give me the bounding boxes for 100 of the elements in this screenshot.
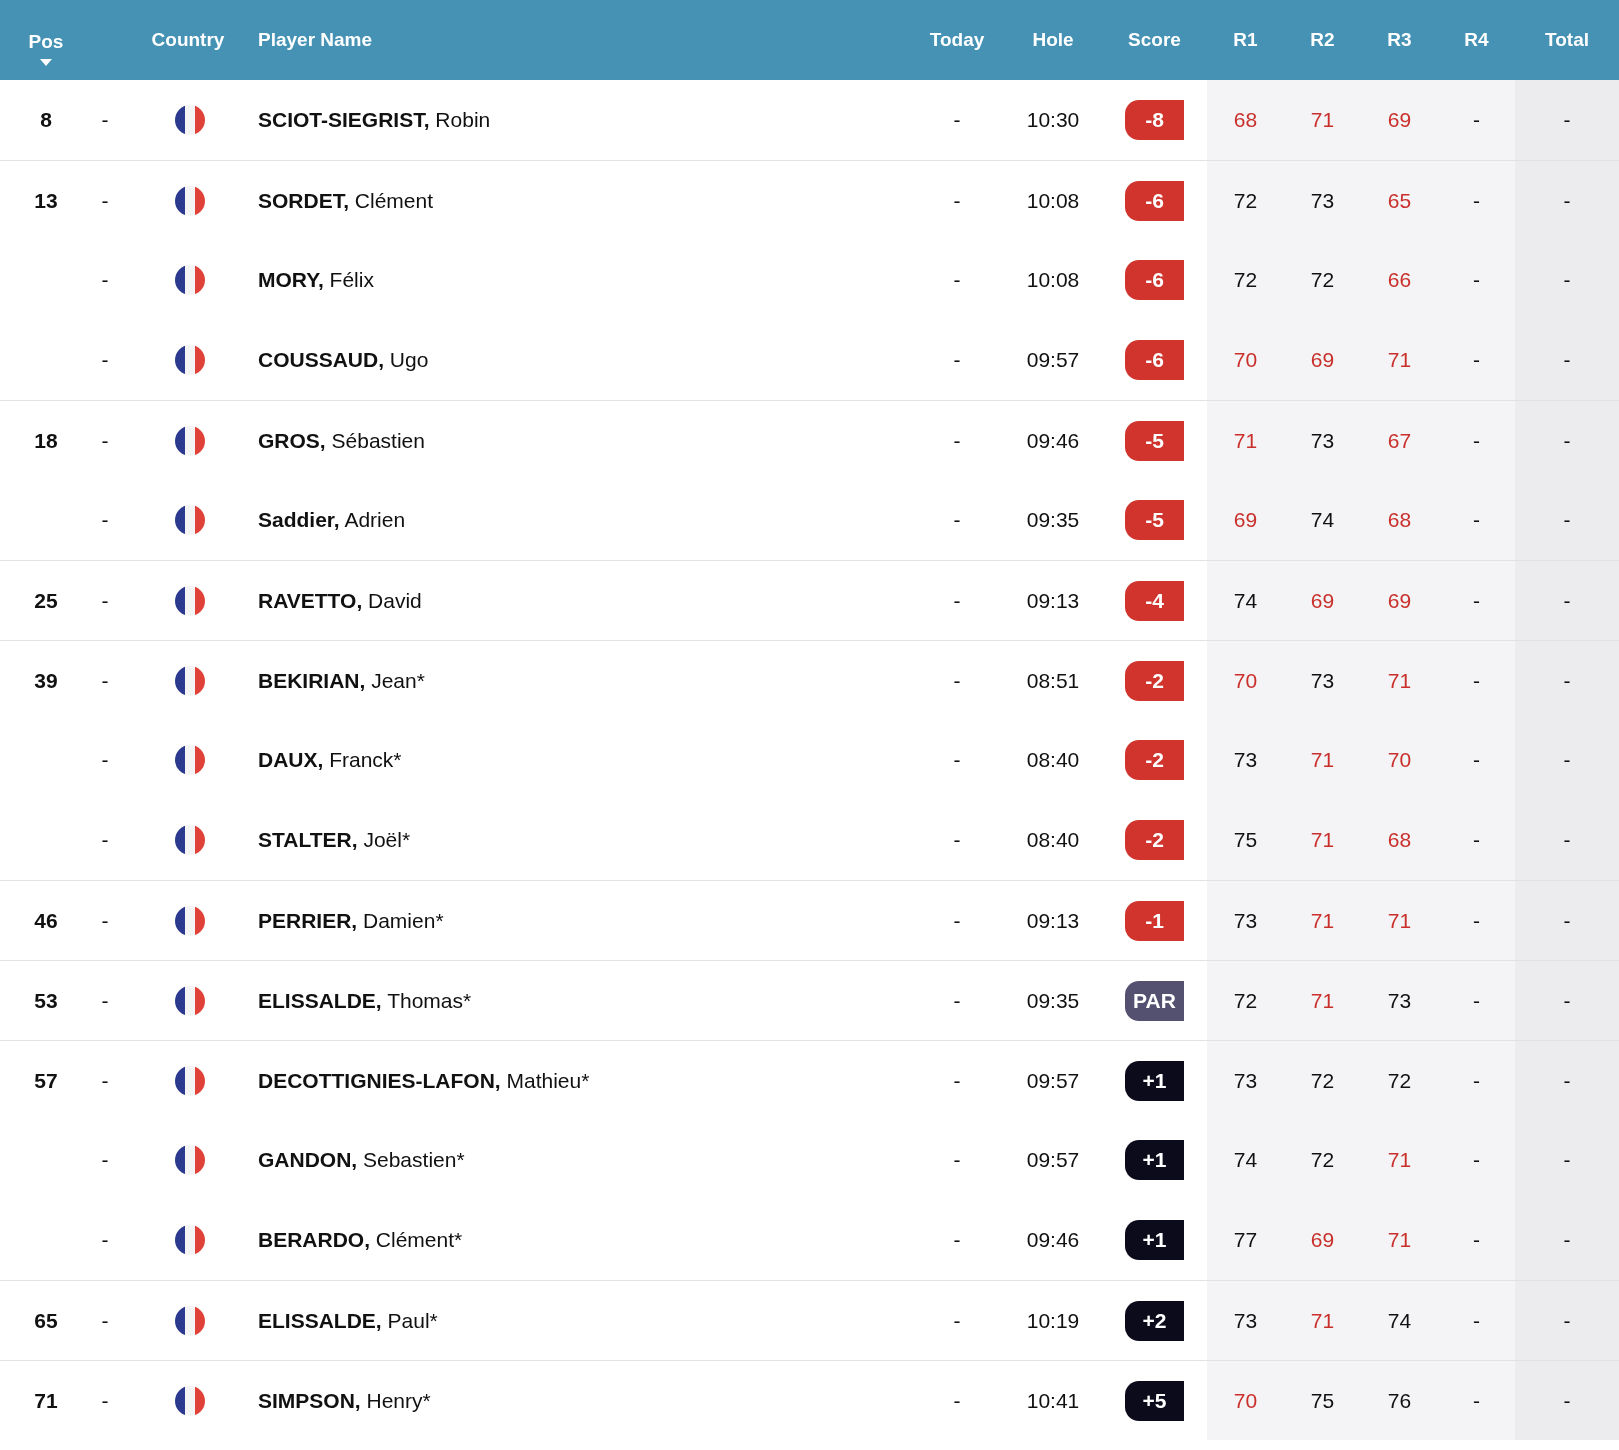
player-name: Saddier, Adrien	[258, 508, 406, 532]
sort-caret-icon	[40, 58, 52, 66]
player-name: MORY, Félix	[258, 268, 374, 292]
round-score: 72	[1310, 1067, 1335, 1094]
position-change: -	[101, 588, 109, 612]
position: 39	[34, 668, 58, 692]
position-change: -	[101, 108, 109, 132]
total-score: -	[1563, 827, 1571, 854]
tee-time: 09:57	[1026, 1148, 1080, 1172]
total-score: -	[1563, 267, 1571, 294]
player-name: GANDON, Sebastien*	[258, 1148, 465, 1172]
score-badge: -2	[1125, 820, 1184, 860]
round-score: 71	[1310, 907, 1335, 934]
position-change: -	[101, 1388, 109, 1412]
position-change: -	[101, 188, 109, 212]
total-score: -	[1563, 987, 1571, 1014]
total-score: -	[1563, 347, 1571, 374]
today-score: -	[953, 908, 961, 932]
round-score: -	[1473, 507, 1480, 534]
today-score: -	[953, 428, 961, 452]
round-score: -	[1473, 427, 1480, 454]
column-header: Country	[151, 28, 225, 50]
score-badge: -8	[1125, 100, 1184, 140]
flag-icon	[175, 985, 205, 1016]
round-score: 69	[1310, 1227, 1335, 1254]
tee-time: 10:08	[1026, 188, 1080, 212]
round-score: 72	[1233, 187, 1258, 214]
score-badge: -2	[1125, 660, 1184, 701]
round-score: -	[1473, 667, 1480, 694]
round-score: 71	[1310, 107, 1335, 134]
score-badge: -6	[1125, 340, 1184, 380]
today-score: -	[953, 1148, 961, 1172]
total-score: -	[1563, 1067, 1571, 1094]
total-score: -	[1563, 1307, 1571, 1334]
player-name: DAUX, Franck*	[258, 748, 402, 772]
flag-icon	[175, 1065, 205, 1096]
tee-time: 09:46	[1026, 428, 1080, 452]
column-header: Total	[1545, 28, 1589, 50]
round-score: 73	[1310, 427, 1335, 454]
column-header: Player Name	[258, 28, 373, 50]
tee-time: 08:40	[1026, 748, 1080, 772]
round-score: -	[1473, 1307, 1480, 1334]
round-score: 71	[1387, 907, 1412, 934]
flag-icon	[175, 905, 205, 936]
today-score: -	[953, 588, 961, 612]
tee-time: 09:57	[1026, 1068, 1080, 1092]
player-name: SIMPSON, Henry*	[258, 1388, 431, 1412]
player-name: BERARDO, Clément*	[258, 1228, 463, 1252]
flag-icon	[175, 585, 205, 616]
round-score: 75	[1310, 1387, 1335, 1414]
round-score: -	[1473, 827, 1480, 854]
round-score: 72	[1310, 267, 1335, 294]
score-badge: +1	[1125, 1060, 1184, 1101]
sortable-column-header[interactable]: Pos	[28, 28, 64, 66]
score-badge: -5	[1125, 420, 1184, 461]
flag-icon	[175, 345, 205, 375]
total-score: -	[1563, 1227, 1571, 1254]
total-score: -	[1563, 587, 1571, 614]
position: 65	[34, 1308, 58, 1332]
position: 71	[34, 1388, 58, 1412]
column-header: Score	[1128, 28, 1181, 50]
position-change: -	[101, 988, 109, 1012]
total-score: -	[1563, 1147, 1571, 1174]
tee-time: 10:30	[1026, 108, 1080, 132]
round-score: 74	[1233, 1147, 1258, 1174]
round-score: 69	[1310, 587, 1335, 614]
total-score: -	[1563, 507, 1571, 534]
round-score: 72	[1387, 1067, 1412, 1094]
flag-icon	[175, 745, 205, 775]
tee-time: 08:51	[1026, 668, 1080, 692]
position-change: -	[101, 1228, 109, 1252]
round-score: 69	[1233, 507, 1258, 534]
today-score: -	[953, 668, 961, 692]
player-name: RAVETTO, David	[258, 588, 422, 612]
column-header: Today	[929, 28, 985, 50]
tee-time: 10:19	[1026, 1308, 1080, 1332]
round-score: 71	[1310, 827, 1335, 854]
score-badge: -4	[1125, 580, 1184, 621]
round-score: 66	[1387, 267, 1412, 294]
score-badge: +1	[1125, 1140, 1184, 1180]
round-score: -	[1473, 187, 1480, 214]
round-score: 71	[1387, 1147, 1412, 1174]
round-score: 67	[1387, 427, 1412, 454]
today-score: -	[953, 188, 961, 212]
column-header: Hole	[1032, 28, 1074, 50]
position-change: -	[101, 508, 109, 532]
round-score: 71	[1387, 667, 1412, 694]
tee-time: 08:40	[1026, 828, 1080, 852]
round-score: -	[1473, 1147, 1480, 1174]
flag-icon	[175, 105, 205, 135]
total-score: -	[1563, 107, 1571, 134]
flag-icon	[175, 265, 205, 295]
position-change: -	[101, 908, 109, 932]
position-change: -	[101, 748, 109, 772]
tee-time: 09:46	[1026, 1228, 1080, 1252]
flag-icon	[175, 425, 205, 456]
tee-time: 10:41	[1026, 1388, 1080, 1412]
round-score: 71	[1310, 1307, 1335, 1334]
flag-icon	[175, 665, 205, 696]
total-score: -	[1563, 427, 1571, 454]
